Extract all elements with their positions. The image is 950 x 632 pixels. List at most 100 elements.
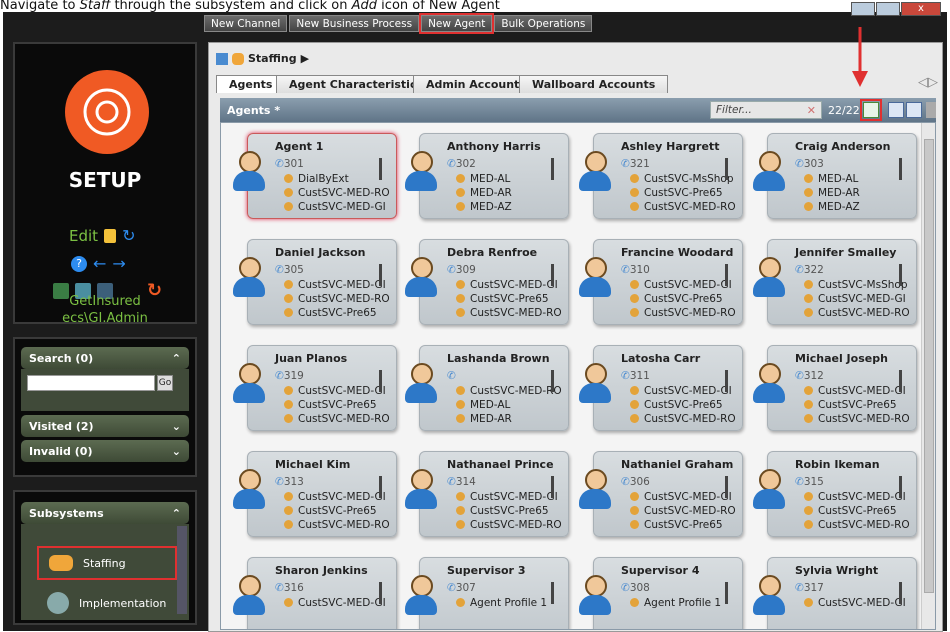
subsystems-list: Staffing Implementation: [21, 524, 189, 620]
card-scrollbar[interactable]: [899, 476, 902, 498]
agent-avatar-icon: [403, 257, 439, 297]
agent-card[interactable]: Lashanda Brown CustSVC-MED-RO MED-AL MED-AR: [419, 345, 569, 431]
agent-profile: CustSVC-MED-RO: [456, 519, 562, 531]
agent-avatar-icon: [403, 469, 439, 509]
agent-profile: CustSVC-Pre65: [630, 519, 723, 531]
agent-card[interactable]: Juan Planos 319 CustSVC-MED-GI CustSVC-Pre6…: [247, 345, 397, 431]
agent-profile: CustSVC-MED-RO: [804, 307, 910, 319]
agent-card[interactable]: Michael Kim 313 CustSVC-MED-GI CustSVC-Pre6…: [247, 451, 397, 537]
new-business-process-button[interactable]: New Business Process: [289, 15, 420, 32]
card-scrollbar[interactable]: [551, 582, 554, 604]
agent-profile: CustSVC-MED-GI: [804, 293, 906, 305]
breadcrumb: Staffing ▶: [216, 52, 309, 65]
agent-profile: CustSVC-MED-GI: [804, 597, 906, 609]
card-scrollbar[interactable]: [379, 476, 382, 498]
back-arrow-icon[interactable]: ←: [93, 254, 106, 273]
agent-card[interactable]: Sharon Jenkins 316 CustSVC-MED-GI: [247, 557, 397, 629]
card-scrollbar[interactable]: [379, 582, 382, 604]
agent-card[interactable]: Supervisor 4 308 Agent Profile 1: [593, 557, 743, 629]
search-panel: Search (0) ⌃ Go Visited (2) ⌄ Invalid (0) ⌄: [13, 337, 197, 477]
agent-profile: CustSVC-Pre65: [804, 399, 897, 411]
gears-icon: [47, 592, 69, 614]
invalid-header[interactable]: Invalid (0) ⌄: [21, 440, 189, 462]
card-scrollbar[interactable]: [379, 158, 382, 180]
agent-profile: CustSVC-Pre65: [630, 187, 723, 199]
agent-name: Anthony Harris: [447, 140, 541, 153]
agent-card[interactable]: Ashley Hargrett 321 CustSVC-MsShop CustSVC-…: [593, 133, 743, 219]
card-scrollbar[interactable]: [551, 264, 554, 286]
breadcrumb-staffing[interactable]: Staffing: [248, 52, 297, 65]
agent-card[interactable]: Craig Anderson 303 MED-AL MED-AR MED-AZ: [767, 133, 917, 219]
card-scrollbar[interactable]: [551, 370, 554, 392]
agent-avatar-icon: [577, 469, 613, 509]
agent-name: Michael Kim: [275, 458, 351, 471]
agent-card[interactable]: Nathanael Prince 314 CustSVC-MED-GI CustSVC…: [419, 451, 569, 537]
agent-extension: 322: [795, 264, 824, 276]
filter-input[interactable]: Filter...: [716, 104, 752, 116]
card-scrollbar[interactable]: [725, 158, 728, 180]
card-scrollbar[interactable]: [551, 476, 554, 498]
subsystem-staffing[interactable]: Staffing: [37, 546, 177, 580]
tab-scroll-arrows[interactable]: ◁▷: [918, 75, 938, 90]
tab-wallboard-accounts[interactable]: Wallboard Accounts: [519, 75, 669, 93]
card-scrollbar[interactable]: [899, 370, 902, 392]
agent-card[interactable]: Debra Renfroe 309 CustSVC-MED-GI CustSVC-Pr…: [419, 239, 569, 325]
card-scrollbar[interactable]: [379, 370, 382, 392]
refresh-icon[interactable]: ↻: [122, 226, 135, 245]
agent-card[interactable]: Agent 1 301 DialByExt CustSVC-MED-RO CustSVC…: [247, 133, 397, 219]
card-scrollbar[interactable]: [725, 476, 728, 498]
subsystems-scrollbar[interactable]: [177, 526, 187, 614]
agent-profile: MED-AL: [804, 173, 858, 185]
forward-arrow-icon[interactable]: →: [112, 254, 125, 273]
play-right-icon[interactable]: ▶: [301, 52, 309, 65]
clear-filter-icon[interactable]: ✕: [807, 104, 816, 117]
add-agent-icon[interactable]: [860, 99, 882, 121]
card-scrollbar[interactable]: [379, 264, 382, 286]
card-scrollbar[interactable]: [899, 158, 902, 180]
agent-card[interactable]: Michael Joseph 312 CustSVC-MED-GI CustSVC-P…: [767, 345, 917, 431]
home-icon[interactable]: [216, 52, 228, 65]
agent-card[interactable]: Latosha Carr 311 CustSVC-MED-GI CustSVC-Pre…: [593, 345, 743, 431]
agent-extension: 306: [621, 476, 650, 488]
help-icon[interactable]: ?: [71, 255, 87, 272]
agent-card[interactable]: Daniel Jackson 305 CustSVC-MED-GI CustSVC-M…: [247, 239, 397, 325]
agent-card[interactable]: Robin Ikeman 315 CustSVC-MED-GI CustSVC-Pre…: [767, 451, 917, 537]
lock-icon[interactable]: [104, 228, 117, 243]
new-channel-button[interactable]: New Channel: [204, 15, 288, 32]
grid-scrollbar[interactable]: [921, 123, 935, 629]
card-scrollbar[interactable]: [725, 582, 728, 604]
agent-card[interactable]: Francine Woodard 310 CustSVC-MED-GI CustSVC…: [593, 239, 743, 325]
maximize-button[interactable]: [876, 2, 900, 16]
agent-profile: CustSVC-MED-GI: [284, 597, 386, 609]
minimize-button[interactable]: [851, 2, 875, 16]
subsystems-header[interactable]: Subsystems ⌃: [21, 502, 189, 524]
close-button[interactable]: x: [901, 2, 941, 16]
agent-card[interactable]: Supervisor 3 307 Agent Profile 1: [419, 557, 569, 629]
agent-profile: MED-AR: [456, 413, 512, 425]
search-header[interactable]: Search (0) ⌃: [21, 347, 189, 369]
agent-card[interactable]: Anthony Harris 302 MED-AL MED-AR MED-AZ: [419, 133, 569, 219]
agent-card[interactable]: Jennifer Smalley 322 CustSVC-MsShop CustSVC…: [767, 239, 917, 325]
grid-title: Agents *: [227, 103, 281, 117]
agent-avatar-icon: [751, 469, 787, 509]
agent-card[interactable]: Nathaniel Graham 306 CustSVC-MED-GI CustSVC…: [593, 451, 743, 537]
new-agent-button[interactable]: New Agent: [419, 13, 495, 34]
instruction-caption: Navigate to Staff through the subsystem …: [0, 0, 500, 13]
search-input[interactable]: [27, 375, 155, 391]
card-scrollbar[interactable]: [725, 370, 728, 392]
go-button[interactable]: Go: [157, 375, 173, 391]
subsystem-implementation[interactable]: Implementation: [21, 586, 189, 620]
card-scrollbar[interactable]: [551, 158, 554, 180]
paste-agent-icon[interactable]: [906, 102, 922, 118]
copy-agent-icon[interactable]: [888, 102, 904, 118]
card-scrollbar[interactable]: [725, 264, 728, 286]
agent-name: Daniel Jackson: [275, 246, 366, 259]
card-scrollbar[interactable]: [899, 582, 902, 604]
edit-label[interactable]: Edit: [69, 227, 98, 245]
chevron-up-icon: ⌃: [171, 351, 181, 365]
visited-header[interactable]: Visited (2) ⌄: [21, 415, 189, 437]
card-scrollbar[interactable]: [899, 264, 902, 286]
delete-agent-icon[interactable]: [926, 102, 936, 118]
agent-card[interactable]: Sylvia Wright 317 CustSVC-MED-GI: [767, 557, 917, 629]
bulk-operations-button[interactable]: Bulk Operations: [494, 15, 593, 32]
